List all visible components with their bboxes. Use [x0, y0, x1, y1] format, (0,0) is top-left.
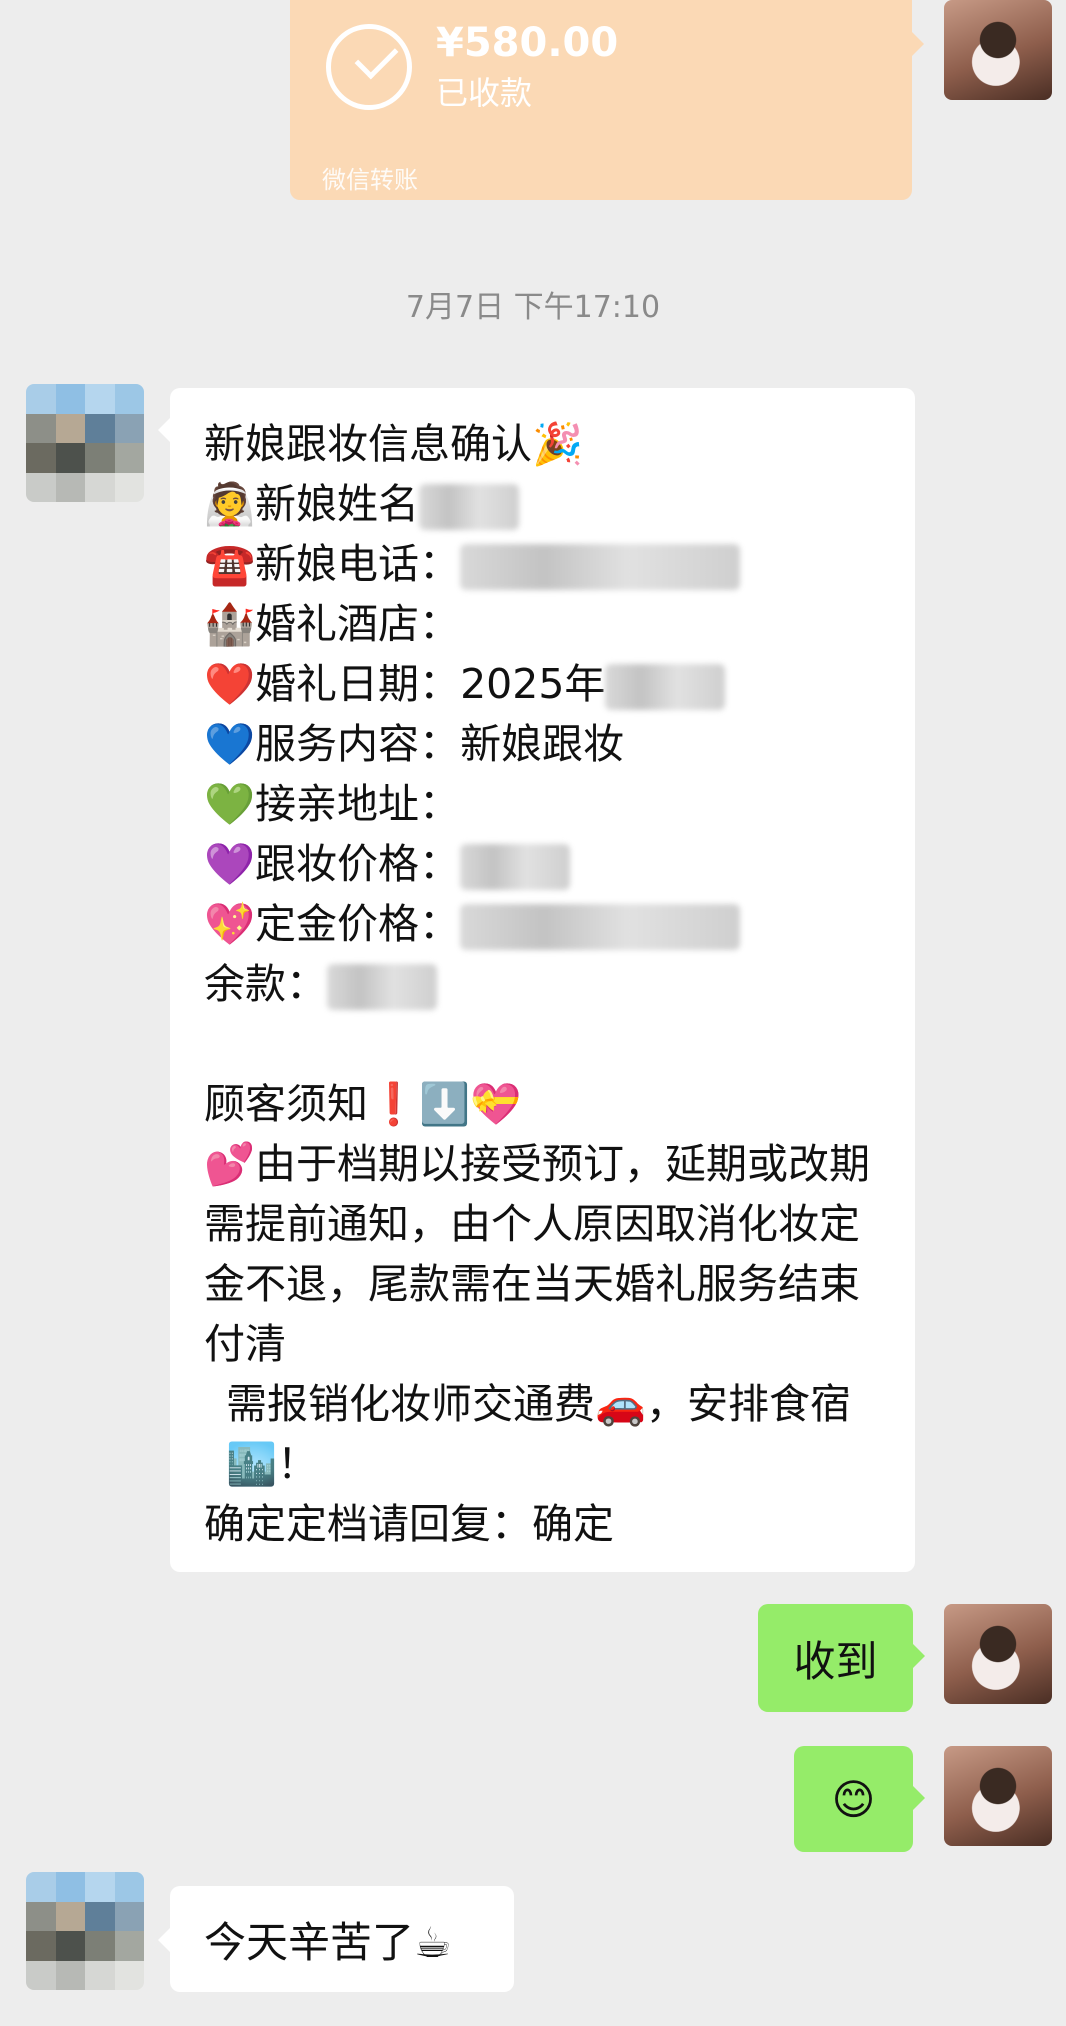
bride-phone-row: ☎️新娘电话： [204, 534, 881, 594]
contact-avatar[interactable] [26, 384, 144, 502]
balance-label: 余款： [204, 960, 327, 1008]
service-value: 新娘跟妆 [460, 720, 625, 768]
notice-title: 顾客须知❗⬇️💝 [204, 1080, 522, 1128]
smile-reply-message[interactable]: 😊 [794, 1746, 913, 1852]
deposit-row: 💖定金价格： [204, 894, 881, 954]
transfer-type: 微信转账 [322, 166, 418, 194]
redacted-phone [460, 544, 741, 590]
smile-emoji: 😊 [831, 1774, 876, 1824]
transfer-status: 已收款 [436, 74, 533, 112]
contact-avatar[interactable] [26, 1872, 144, 1990]
chat-timestamp: 7月7日 下午17:10 [405, 290, 661, 325]
notice-body: 💕由于档期以接受预订，延期或改期需提前通知，由个人原因取消化妆定金不退，尾款需在… [204, 1140, 871, 1368]
thanks-message[interactable]: 今天辛苦了☕ [170, 1886, 514, 1992]
transfer-tail [912, 32, 924, 56]
thanks-text: 今天辛苦了☕ [204, 1917, 452, 1967]
address-label: 💚接亲地址： [204, 780, 461, 828]
redacted-deposit [460, 904, 741, 950]
smile-reply-tail [913, 1786, 925, 1810]
reply-tail [913, 1644, 925, 1668]
reply-received-text: 收到 [793, 1636, 878, 1686]
notice-extra: 需报销化妆师交通费🚗，安排食宿🏙️！ [226, 1380, 852, 1488]
bride-phone-label: ☎️新娘电话： [204, 540, 461, 588]
msg-title: 新娘跟妆信息确认🎉 [204, 420, 584, 468]
bride-name-row: 👰新娘姓名 [204, 474, 881, 534]
deposit-label: 💖定金价格： [204, 900, 461, 948]
service-label: 💙服务内容： [204, 720, 461, 768]
booking-confirmation-message[interactable]: 新娘跟妆信息确认🎉 👰新娘姓名 ☎️新娘电话： 🏰婚礼酒店： ❤️婚礼日期：20… [170, 388, 915, 1572]
wedding-date-row: ❤️婚礼日期：2025年 [204, 654, 881, 714]
check-mark-icon [354, 35, 399, 80]
hotel-label: 🏰婚礼酒店： [204, 600, 461, 648]
redacted-date [605, 664, 726, 710]
my-avatar[interactable] [944, 1604, 1052, 1704]
bride-name-label: 👰新娘姓名 [204, 480, 420, 528]
price-row: 💜跟妆价格： [204, 834, 881, 894]
wedding-date-value: 2025年 [460, 660, 606, 708]
last-message-tail [158, 1928, 170, 1952]
service-row: 💙服务内容：新娘跟妆 [204, 714, 881, 774]
my-avatar[interactable] [944, 1746, 1052, 1846]
check-circle-icon [326, 24, 412, 110]
transfer-amount: ¥580.00 [436, 20, 619, 66]
confirm-line: 确定定档请回复：确定 [204, 1500, 614, 1548]
balance-row: 余款： [204, 954, 881, 1014]
message-tail [158, 418, 170, 442]
my-avatar[interactable] [944, 0, 1052, 100]
redacted-price [460, 844, 571, 890]
redacted-balance [327, 964, 437, 1010]
price-label: 💜跟妆价格： [204, 840, 461, 888]
reply-received-message[interactable]: 收到 [758, 1604, 913, 1712]
transfer-card[interactable]: ¥580.00 已收款 微信转账 [290, 0, 912, 200]
wedding-date-label: ❤️婚礼日期： [204, 660, 461, 708]
redacted-name [419, 484, 520, 530]
